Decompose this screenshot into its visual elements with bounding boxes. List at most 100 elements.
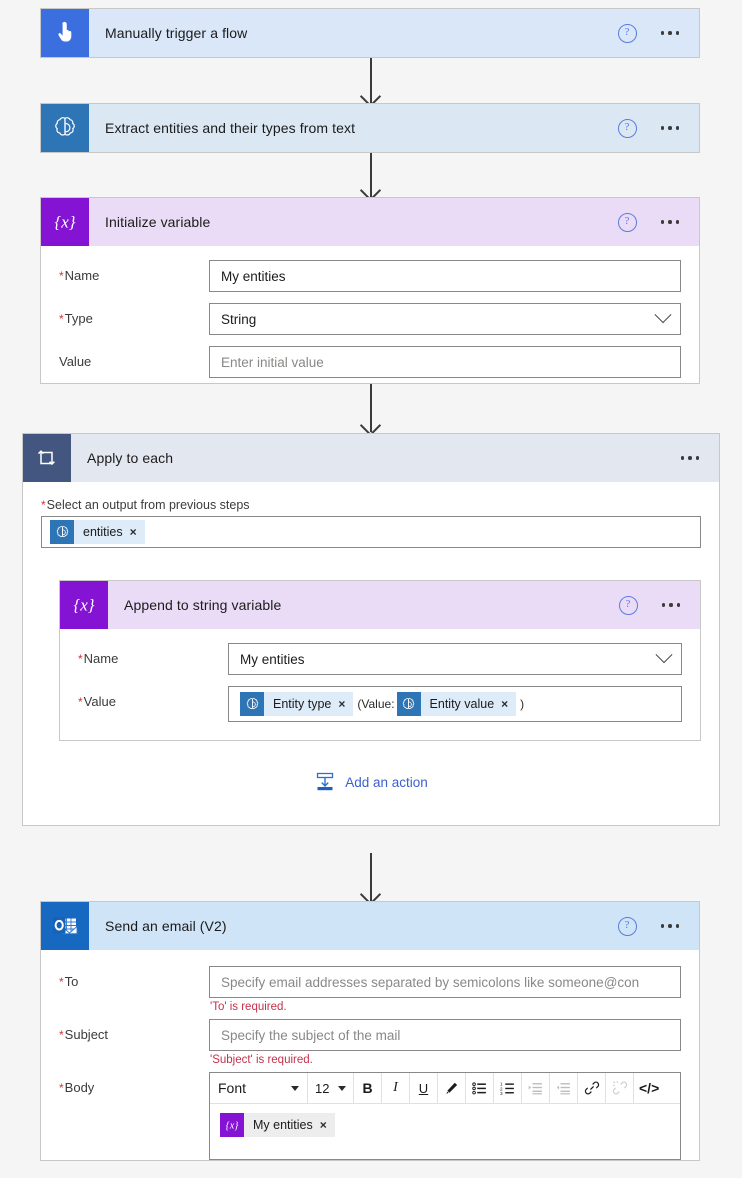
append-variable-value-input[interactable]: Entity type × (Value: Entity value ×) (228, 686, 682, 722)
card-header[interactable]: Extract entities and their types from te… (41, 104, 699, 152)
required-marker: * (41, 498, 46, 512)
numbered-list-button[interactable]: 1 2 3 (494, 1073, 522, 1103)
remove-link-button[interactable] (606, 1073, 634, 1103)
add-an-action-button[interactable]: Add an action (41, 741, 701, 825)
step-card-initialize-variable[interactable]: {x} Initialize variable ? *Name My entit… (40, 197, 700, 384)
more-commands-icon[interactable] (660, 599, 683, 611)
insert-link-button[interactable] (578, 1073, 606, 1103)
connector-arrow-3 (370, 384, 372, 432)
variable-value-input[interactable]: Enter initial value (209, 346, 681, 378)
variable-type-select[interactable]: String (209, 303, 681, 335)
form-row-value: Value Enter initial value (59, 346, 681, 378)
chevron-down-icon[interactable] (655, 646, 673, 664)
card-body: *Name My entities *Type String Value Ent… (41, 246, 699, 396)
card-header-actions: ? (617, 916, 700, 936)
email-body-content-area[interactable]: {x} My entities × (210, 1104, 680, 1159)
field-label-name: *Name (78, 651, 119, 666)
token-label: My entities (253, 1118, 313, 1132)
card-header[interactable]: {x} Initialize variable ? (41, 198, 699, 246)
font-size-dropdown[interactable]: 12 (308, 1073, 354, 1103)
ai-builder-brain-icon (240, 692, 264, 716)
more-commands-icon[interactable] (659, 920, 682, 932)
step-card-trigger[interactable]: Manually trigger a flow ? (40, 8, 700, 58)
close-icon[interactable]: × (320, 1118, 335, 1132)
more-commands-icon[interactable] (659, 216, 682, 228)
email-body-rich-text-editor[interactable]: Font 12 B I U 1 2 3 </> {x} My entities … (209, 1072, 681, 1160)
card-title: Extract entities and their types from te… (105, 120, 356, 136)
append-variable-name-select[interactable]: My entities (228, 643, 682, 675)
italic-button[interactable]: I (382, 1073, 410, 1103)
help-icon[interactable]: ? (617, 212, 637, 232)
svg-text:{x}: {x} (73, 596, 94, 615)
variable-braces-icon: {x} (41, 198, 89, 246)
field-wrapper: Enter initial value (209, 346, 681, 378)
more-commands-icon[interactable] (679, 452, 702, 464)
card-header-actions: ? (617, 23, 700, 43)
validation-error-to: 'To' is required. (210, 1001, 287, 1013)
font-family-dropdown[interactable]: Font (210, 1073, 308, 1103)
svg-text:3: 3 (500, 1091, 503, 1096)
select-output-input[interactable]: entities × (41, 516, 701, 548)
close-icon[interactable]: × (338, 697, 353, 711)
outlook-icon (41, 902, 89, 950)
variable-name-input[interactable]: My entities (209, 260, 681, 292)
validation-error-subject: 'Subject' is required. (210, 1054, 313, 1066)
card-title: Apply to each (87, 450, 174, 466)
bold-button[interactable]: B (354, 1073, 382, 1103)
token-my-entities[interactable]: {x} My entities × (220, 1113, 335, 1137)
step-card-apply-to-each[interactable]: Apply to each *Select an output from pre… (22, 433, 720, 826)
form-row-to: *To Specify email addresses separated by… (59, 966, 681, 1013)
card-header-actions: ? (617, 118, 700, 138)
select-value: My entities (240, 651, 305, 667)
hand-pointer-icon (41, 9, 89, 57)
token-label: Entity type (273, 697, 332, 711)
required-marker: * (59, 1028, 64, 1042)
step-card-extract-entities[interactable]: Extract entities and their types from te… (40, 103, 700, 153)
close-icon[interactable]: × (501, 697, 516, 711)
card-header[interactable]: Send an email (V2) ? (41, 902, 699, 950)
help-icon[interactable]: ? (617, 23, 637, 43)
underline-button[interactable]: U (410, 1073, 438, 1103)
code-view-icon: </> (639, 1080, 660, 1096)
step-card-append-to-string-variable[interactable]: {x} Append to string variable ? *Name My… (59, 580, 701, 741)
field-wrapper: String (209, 303, 681, 335)
field-wrapper: Specify the subject of the mail 'Subject… (209, 1019, 681, 1066)
token-entity-type[interactable]: Entity type × (240, 692, 354, 716)
more-commands-icon[interactable] (659, 27, 682, 39)
select-value: String (221, 311, 257, 327)
bulleted-list-button[interactable] (466, 1073, 494, 1103)
token-entities[interactable]: entities × (50, 520, 145, 544)
text-color-button[interactable] (438, 1073, 466, 1103)
help-icon[interactable]: ? (617, 916, 637, 936)
help-icon[interactable]: ? (618, 595, 638, 615)
email-subject-input[interactable]: Specify the subject of the mail (209, 1019, 681, 1051)
ai-builder-brain-icon (396, 692, 421, 716)
indent-button[interactable] (522, 1073, 550, 1103)
more-commands-icon[interactable] (659, 122, 682, 134)
svg-text:{x}: {x} (226, 1121, 240, 1132)
ai-builder-brain-icon (50, 520, 74, 544)
chevron-down-icon[interactable] (654, 306, 672, 324)
required-marker: * (59, 269, 64, 283)
help-icon[interactable]: ? (617, 118, 637, 138)
field-wrapper: Font 12 B I U 1 2 3 </> {x} My entities … (209, 1072, 681, 1160)
add-action-icon (314, 771, 336, 793)
outdent-button[interactable] (550, 1073, 578, 1103)
underline-icon: U (418, 1080, 429, 1096)
text-color-pen-icon (444, 1081, 459, 1096)
step-card-send-an-email[interactable]: Send an email (V2) ? *To Specify email a… (40, 901, 700, 1161)
form-row-type: *Type String (59, 303, 681, 335)
email-to-input[interactable]: Specify email addresses separated by sem… (209, 966, 681, 998)
token-entity-value[interactable]: Entity value × (396, 692, 517, 716)
unlink-icon (612, 1080, 628, 1096)
card-header[interactable]: {x} Append to string variable ? (60, 581, 700, 629)
input-placeholder: Specify the subject of the mail (221, 1027, 401, 1043)
card-header[interactable]: Apply to each (23, 434, 719, 482)
literal-text-close: ) (520, 697, 525, 711)
code-view-button[interactable]: </> (634, 1073, 664, 1103)
form-row-subject: *Subject Specify the subject of the mail… (59, 1019, 681, 1066)
card-body: *To Specify email addresses separated by… (41, 950, 699, 1178)
field-label-select-output: *Select an output from previous steps (41, 498, 250, 512)
card-header[interactable]: Manually trigger a flow ? (41, 9, 699, 57)
close-icon[interactable]: × (130, 525, 145, 539)
